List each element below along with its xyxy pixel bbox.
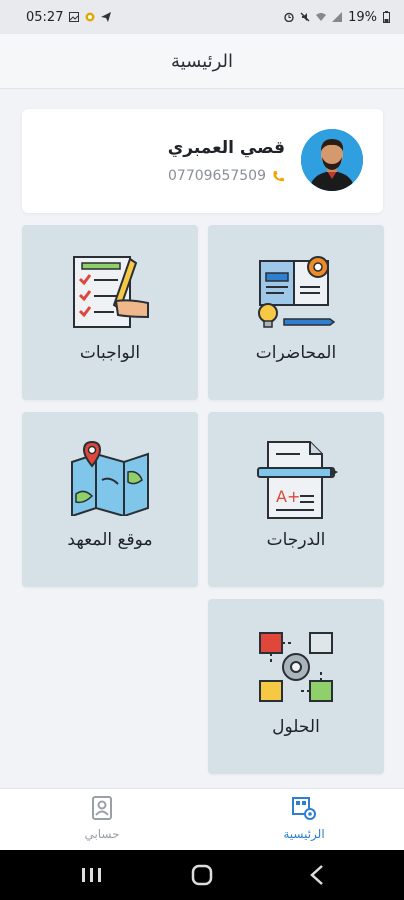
tile-solutions[interactable]: الحلول [208, 599, 384, 774]
profile-phone: 07709657509 [168, 168, 266, 184]
nav-home[interactable]: الرئيسية [244, 795, 364, 847]
page-title: الرئيسية [171, 50, 233, 72]
tile-institute-location-label: موقع المعهد [67, 530, 153, 550]
tile-solutions-label: الحلول [272, 717, 320, 737]
lectures-icon [258, 256, 336, 328]
system-navigation-bar [0, 850, 404, 900]
assignments-icon [73, 256, 149, 328]
mute-icon [300, 12, 310, 22]
tile-lectures-label: المحاضرات [255, 343, 337, 363]
solutions-puzzle-icon [259, 632, 333, 702]
profile-phone-row: 07709657509 [168, 168, 285, 184]
recent-apps-icon[interactable] [62, 860, 122, 890]
nav-account[interactable]: حسابي [42, 795, 162, 847]
nav-home-label: الرئيسية [283, 827, 325, 841]
signal-icon [332, 12, 343, 22]
status-right: 19% [284, 10, 390, 25]
wifi-icon [316, 13, 327, 21]
profile-card[interactable]: قصي العمبري 07709657509 [22, 109, 383, 213]
nav-account-label: حسابي [84, 827, 120, 841]
home-dashboard-icon [292, 797, 316, 820]
tile-assignments-label: الواجبات [79, 343, 141, 363]
battery-icon [383, 11, 390, 23]
tile-grades[interactable]: A+ الدرجات [208, 412, 384, 587]
alarm-icon [284, 12, 294, 22]
tile-institute-location[interactable]: موقع المعهد [22, 412, 198, 587]
phone-icon [273, 170, 284, 181]
grades-icon: A+ [257, 441, 338, 519]
avatar [301, 129, 363, 191]
battery-percent: 19% [348, 9, 377, 25]
avatar-image [301, 129, 363, 191]
bottom-navigation: الرئيسية حسابي [0, 788, 404, 851]
status-left: 05:27 [26, 9, 112, 25]
back-button-icon[interactable] [286, 860, 346, 890]
tile-assignments[interactable]: الواجبات [22, 225, 198, 400]
profile-name: قصي العمبري [167, 138, 285, 158]
tile-grades-label: الدرجات [266, 530, 326, 550]
account-profile-icon [92, 796, 112, 820]
home-button-icon[interactable] [172, 860, 232, 890]
tile-lectures[interactable]: المحاضرات [208, 225, 384, 400]
svg-text:A+: A+ [276, 487, 300, 506]
telegram-icon [101, 12, 112, 22]
status-time: 05:27 [26, 9, 64, 25]
app-notification-icon [85, 12, 95, 22]
gallery-notification-icon [69, 12, 80, 22]
institute-map-icon [71, 440, 149, 516]
app-header: الرئيسية [0, 34, 404, 89]
status-bar: 05:27 19% [0, 0, 404, 34]
